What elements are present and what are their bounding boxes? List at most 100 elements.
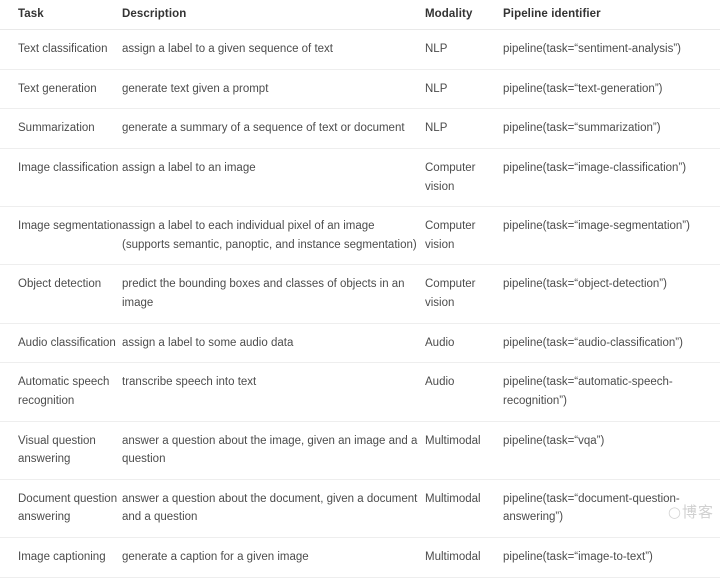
cell-line: generate a summary of a sequence of text… [122,122,405,135]
cell-line: transcribe speech into text [122,376,257,389]
cell-line: Computer [425,220,476,233]
pipeline-task-table: Task Description Modality Pipeline ident… [0,0,720,578]
cell-pipeline-identifier: pipeline(task=“automatic-speech-recognit… [503,362,720,422]
pipeline-task-table-container: Task Description Modality Pipeline ident… [0,0,720,578]
cell-line: Text generation [18,82,97,95]
table-row: Document question answering answer a quest… [0,479,720,539]
cell-line: pipeline(task=“automatic-speech- [503,376,673,389]
cell-line: recognition [18,394,75,407]
cell-line: pipeline(task=“sentiment-analysis”) [503,43,682,55]
cell-pipeline-identifier: pipeline(task=“audio-classification”) [503,323,720,364]
table-row: Object detection predict the bounding box… [0,264,720,324]
cell-line: Audio classification [18,336,116,349]
cell-pipeline-identifier: pipeline(task=“text-generation”) [503,69,720,110]
cell-modality: NLP [425,108,503,149]
cell-pipeline-identifier: pipeline(task=“summarization”) [503,108,720,149]
cell-line: NLP [425,122,448,135]
cell-line: and a question [122,511,198,524]
table-body: Text classification assign a label to a g… [0,29,720,578]
cell-task: Image classification [0,148,122,208]
cell-line: pipeline(task=“summarization”) [503,122,661,135]
cell-line: pipeline(task=“image-classification”) [503,161,687,174]
cell-modality: Audio [425,362,503,422]
table-row: Image captioning generate a caption for a… [0,537,720,578]
cell-line: Image segmentation [18,220,123,233]
cell-line: Audio [425,336,455,349]
cell-description: assign a label to an image [122,148,425,208]
column-header-description: Description [122,0,425,30]
cell-line: pipeline(task=“image-to-text”) [503,551,653,563]
cell-line: Automatic speech [18,376,110,389]
cell-line: Image classification [18,161,119,174]
table-row: Image segmentation assign a label to each… [0,206,720,266]
cell-line: pipeline(task=“vqa”) [503,434,605,447]
table-row: Audio classification assign a label to so… [0,323,720,364]
cell-line: generate a caption for a given image [122,551,309,563]
cell-description: answer a question about the image, given… [122,421,425,480]
cell-line: Computer [425,278,476,291]
cell-modality: Computer vision [425,206,503,266]
cell-pipeline-identifier: pipeline(task=“image-segmentation”) [503,206,720,266]
cell-line: pipeline(task=“text-generation”) [503,82,663,95]
column-header-pipeline-identifier: Pipeline identifier [503,0,720,30]
cell-line: answering [18,453,71,466]
cell-description: generate a caption for a given image [122,537,425,578]
cell-modality: Computer vision [425,148,503,208]
cell-line: pipeline(task=“object-detection”) [503,278,667,291]
cell-description: generate text given a prompt [122,69,425,110]
cell-task: Automatic speech recognition [0,362,122,422]
cell-task: Summarization [0,108,122,149]
cell-line: NLP [425,82,448,95]
cell-line: vision [425,297,455,309]
cell-modality: Multimodal [425,537,503,578]
cell-line: Document question [18,492,118,505]
cell-modality: NLP [425,29,503,70]
cell-task: Text classification [0,29,122,70]
cell-line: pipeline(task=“audio-classification”) [503,336,683,349]
cell-modality: Computer vision [425,264,503,324]
cell-description: generate a summary of a sequence of text… [122,108,425,149]
table-header: Task Description Modality Pipeline ident… [0,0,720,30]
cell-line: answer a question about the image, given… [122,434,418,447]
cell-description: predict the bounding boxes and classes o… [122,264,425,324]
cell-pipeline-identifier: pipeline(task=“vqa”) [503,421,720,480]
table-header-row: Task Description Modality Pipeline ident… [0,0,720,30]
cell-task: Image segmentation [0,206,123,266]
cell-line: Text classification [18,43,108,55]
cell-modality: Multimodal [425,479,503,539]
table-row: Text classification assign a label to a g… [0,29,720,70]
cell-task: Text generation [0,69,122,110]
cell-line: Multimodal [425,492,481,505]
cell-line: predict the bounding boxes and classes o… [122,278,405,291]
cell-description: transcribe speech into text [122,362,425,422]
cell-line: assign a label to a given sequence of te… [122,43,333,55]
cell-line: Image captioning [18,551,106,563]
cell-line: (supports semantic, panoptic, and instan… [122,238,417,251]
cell-pipeline-identifier: pipeline(task=“document-question-answeri… [503,479,720,539]
cell-line: Multimodal [425,551,481,563]
cell-task: Object detection [0,264,122,324]
cell-line: pipeline(task=“document-question- [503,492,680,505]
cell-line: Summarization [18,122,95,135]
table-row: Text generation generate text given a pro… [0,69,720,110]
cell-line: answering [18,511,71,524]
cell-line: Audio [425,376,455,389]
cell-pipeline-identifier: pipeline(task=“object-detection”) [503,264,720,324]
cell-description: assign a label to a given sequence of te… [122,29,425,70]
table-row: Image classification assign a label to an… [0,148,720,208]
cell-modality: NLP [425,69,503,110]
cell-line: pipeline(task=“image-segmentation”) [503,220,690,233]
cell-line: Multimodal [425,434,481,447]
table-row: Summarization generate a summary of a seq… [0,108,720,149]
cell-modality: Audio [425,323,503,364]
cell-task: Document question answering [0,479,122,539]
table-row: Automatic speech recognition transcribe sp… [0,362,720,422]
cell-pipeline-identifier: pipeline(task=“sentiment-analysis”) [503,29,720,70]
cell-line: answer a question about the document, gi… [122,492,418,505]
column-header-modality: Modality [425,0,503,30]
cell-task: Visual question answering [0,421,122,480]
cell-line: Visual question [18,434,96,447]
cell-line: image [122,297,154,309]
cell-line: assign a label to an image [122,161,256,174]
cell-task: Image captioning [0,537,122,578]
